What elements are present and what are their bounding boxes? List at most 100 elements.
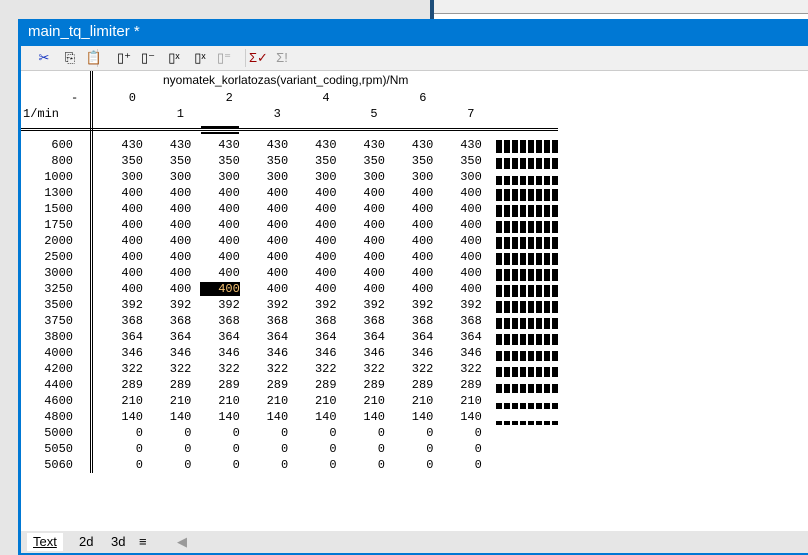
table-cell[interactable]: 430 [442, 138, 482, 152]
column-header[interactable]: 6 [386, 91, 426, 105]
column-header[interactable]: 0 [96, 91, 136, 105]
table-cell[interactable]: 289 [103, 378, 143, 392]
table-cell[interactable]: 0 [297, 442, 336, 456]
table-cell[interactable]: 400 [103, 250, 143, 264]
table-cell[interactable]: 350 [345, 154, 385, 168]
table-cell[interactable]: 368 [248, 314, 289, 328]
table-cell[interactable]: 210 [151, 394, 192, 408]
table-cell[interactable]: 400 [297, 202, 337, 216]
column-header[interactable]: 2 [193, 91, 233, 105]
table-cell[interactable]: 350 [442, 154, 482, 168]
table-cell[interactable]: 400 [345, 234, 385, 248]
table-cell[interactable]: 400 [200, 218, 240, 232]
table-cell[interactable]: 364 [442, 330, 482, 344]
table-cell[interactable]: 346 [297, 346, 337, 360]
table-cell[interactable]: 400 [200, 202, 240, 216]
paste-icon[interactable]: 📋 [85, 49, 103, 67]
insert-row-icon[interactable]: ▯⁺ [115, 49, 133, 67]
table-cell[interactable]: 400 [442, 282, 482, 296]
table-cell[interactable]: 0 [393, 426, 433, 440]
table-cell[interactable]: 430 [345, 138, 385, 152]
table-cell[interactable]: 364 [103, 330, 143, 344]
table-cell[interactable]: 0 [103, 426, 143, 440]
table-cell[interactable]: 400 [151, 282, 192, 296]
table-cell[interactable]: 392 [200, 298, 240, 312]
table-cell[interactable]: 0 [442, 442, 482, 456]
table-cell[interactable]: 346 [442, 346, 482, 360]
row-header[interactable]: 3250 [33, 282, 73, 296]
row-header[interactable]: 4200 [33, 362, 73, 376]
table-cell[interactable]: 400 [248, 218, 289, 232]
table-cell[interactable]: 364 [248, 330, 289, 344]
table-cell[interactable]: 400 [393, 186, 434, 200]
table-cell[interactable]: 364 [297, 330, 337, 344]
table-cell[interactable]: 400 [442, 250, 482, 264]
table-cell[interactable]: 0 [103, 442, 143, 456]
table-cell[interactable]: 368 [442, 314, 482, 328]
table-cell[interactable]: 400 [345, 186, 385, 200]
table-cell[interactable]: 346 [103, 346, 143, 360]
table-cell[interactable]: 210 [200, 394, 240, 408]
row-header[interactable]: 5050 [33, 442, 73, 456]
table-cell[interactable]: 300 [248, 170, 289, 184]
row-header[interactable]: 3500 [33, 298, 73, 312]
table-cell[interactable]: 392 [345, 298, 385, 312]
table-cell[interactable]: 400 [151, 266, 192, 280]
table-cell[interactable]: 392 [297, 298, 337, 312]
table-cell[interactable]: 400 [151, 218, 192, 232]
table-cell[interactable]: 400 [393, 234, 434, 248]
table-cell[interactable]: 289 [151, 378, 192, 392]
table-cell[interactable]: 0 [297, 426, 336, 440]
table-cell[interactable]: 368 [200, 314, 240, 328]
table-cell[interactable]: 392 [393, 298, 434, 312]
table-cell[interactable]: 210 [345, 394, 385, 408]
table-cell[interactable]: 322 [393, 362, 434, 376]
table-cell[interactable]: 400 [442, 218, 482, 232]
table-cell[interactable]: 0 [200, 442, 240, 456]
table-cell[interactable]: 430 [151, 138, 192, 152]
table-cell[interactable]: 322 [345, 362, 385, 376]
table-cell[interactable]: 210 [393, 394, 434, 408]
table-cell[interactable]: 364 [151, 330, 192, 344]
row-header[interactable]: 3000 [33, 266, 73, 280]
table-cell[interactable]: 210 [103, 394, 143, 408]
table-cell[interactable]: 0 [297, 458, 336, 472]
table-cell[interactable]: 400 [200, 186, 240, 200]
table-cell[interactable]: 350 [103, 154, 143, 168]
scroll-left-icon[interactable]: ◀ [171, 533, 193, 551]
table-cell[interactable]: 0 [248, 458, 288, 472]
table-cell[interactable]: 400 [103, 266, 143, 280]
table-cell[interactable]: 400 [103, 218, 143, 232]
sum-exclaim-icon[interactable]: Σ! [273, 49, 291, 67]
table-cell[interactable]: 400 [200, 266, 240, 280]
table-cell[interactable]: 0 [393, 458, 433, 472]
table-cell[interactable]: 400 [393, 218, 434, 232]
table-cell[interactable]: 346 [151, 346, 192, 360]
table-cell[interactable]: 322 [442, 362, 482, 376]
table-cell[interactable]: 430 [103, 138, 143, 152]
table-cell[interactable]: 350 [200, 154, 240, 168]
row-header[interactable]: 4400 [33, 378, 73, 392]
sum-check-icon[interactable]: Σ✓ [249, 49, 268, 67]
table-cell[interactable]: 400 [297, 250, 337, 264]
row-header[interactable]: 4600 [33, 394, 73, 408]
row-header[interactable]: 800 [33, 154, 73, 168]
row-header[interactable]: 1300 [33, 186, 73, 200]
table-cell[interactable]: 0 [442, 458, 482, 472]
row-header[interactable]: 1750 [33, 218, 73, 232]
table-cell[interactable]: 430 [248, 138, 289, 152]
row-header[interactable]: 5060 [33, 458, 73, 472]
table-cell[interactable]: 400 [248, 282, 289, 296]
table-cell[interactable]: 140 [103, 410, 143, 424]
table-cell[interactable]: 140 [393, 410, 434, 424]
table-cell[interactable]: 430 [200, 138, 240, 152]
column-header[interactable]: 7 [434, 107, 474, 121]
row-header[interactable]: 2000 [33, 234, 73, 248]
table-cell[interactable]: 346 [393, 346, 434, 360]
table-cell[interactable]: 322 [151, 362, 192, 376]
table-cell[interactable]: 289 [393, 378, 434, 392]
table-cell[interactable]: 0 [345, 426, 385, 440]
table-cell[interactable]: 400 [248, 234, 289, 248]
table-cell[interactable]: 0 [151, 458, 191, 472]
column-header[interactable]: 1 [144, 107, 184, 121]
